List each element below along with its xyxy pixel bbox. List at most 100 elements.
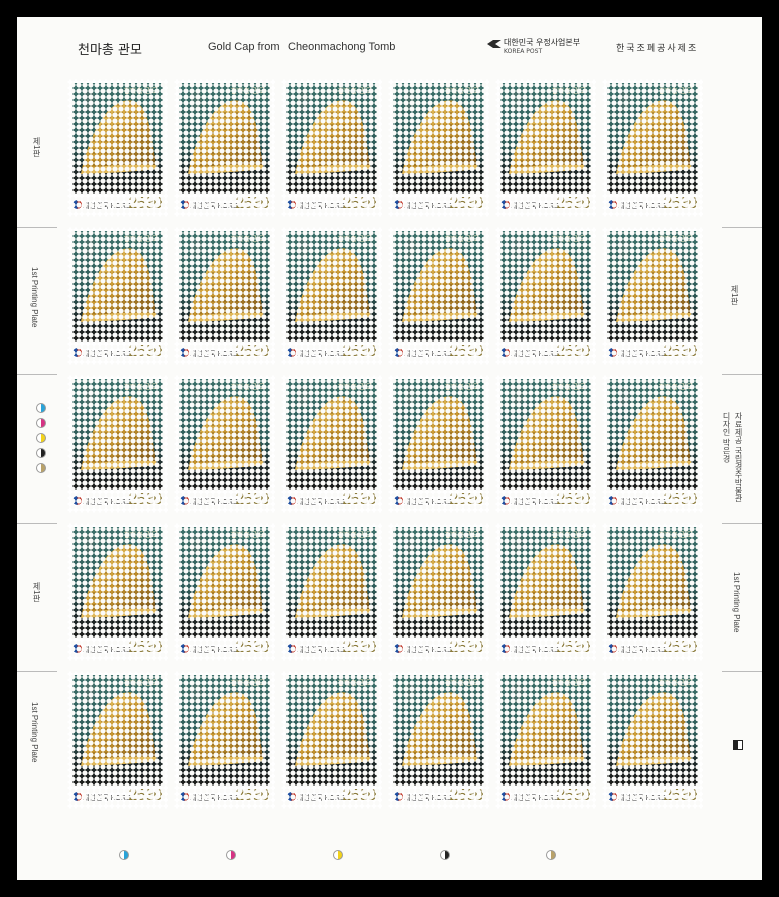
right-credit-museum: 자료제공 국립경주박물관 (734, 412, 743, 503)
stamp: 천마총 관모 대한민국 KOREA 2530 (281, 375, 382, 513)
gold-cap-artwork: 천마총 관모 (500, 379, 591, 490)
stamp-country: 대한민국 KOREA (618, 647, 671, 654)
korea-emblem-icon (73, 792, 82, 801)
stamp-country: 대한민국 KOREA (83, 795, 136, 802)
gold-cap-artwork: 천마총 관모 (607, 675, 698, 786)
gold-cap-artwork: 천마총 관모 (72, 379, 163, 490)
stamp: 천마총 관모 대한민국 KOREA 2530 (67, 375, 168, 513)
stamp-value: 2530 (128, 195, 162, 212)
stamp-value: 2530 (449, 639, 483, 656)
stamp: 천마총 관모 대한민국 KOREA 2530 (495, 523, 596, 661)
stamp-value: 2530 (342, 491, 376, 508)
stamp: 천마총 관모 대한민국 KOREA 2530 (495, 227, 596, 365)
stamp-value: 2530 (128, 491, 162, 508)
left-plate-en-1: 1st Printing Plate (30, 267, 39, 328)
stamp: 천마총 관모 대한민국 KOREA 2530 (174, 79, 275, 217)
korea-emblem-icon (287, 348, 296, 357)
sheet-title-english-1: Gold Cap from (208, 41, 280, 53)
stamp-country: 대한민국 KOREA (404, 203, 457, 210)
stamp-country: 대한민국 KOREA (190, 647, 243, 654)
korea-emblem-icon (501, 644, 510, 653)
stamp: 천마총 관모 대한민국 KOREA 2530 (388, 671, 489, 809)
stamp-caption: 천마총 관모 (337, 383, 372, 391)
korea-emblem-icon (73, 644, 82, 653)
stamp-value: 2530 (449, 343, 483, 360)
gold-cap-artwork: 천마총 관모 (393, 83, 484, 194)
right-plate-ko: 제1판 (730, 285, 739, 306)
stamp-country: 대한민국 KOREA (511, 647, 564, 654)
gold-cap-artwork: 천마총 관모 (393, 675, 484, 786)
korea-emblem-icon (180, 200, 189, 209)
stamp-value: 2530 (663, 195, 697, 212)
stamp: 천마총 관모 대한민국 KOREA 2530 (388, 375, 489, 513)
korea-post-logo: 대한민국 우정사업본부 KOREA POST (487, 37, 580, 55)
stamp-caption: 천마총 관모 (337, 235, 372, 243)
stamp-caption: 천마총 관모 (444, 531, 479, 539)
stamp-caption: 천마총 관모 (551, 531, 586, 539)
korea-emblem-icon (501, 348, 510, 357)
korea-emblem-icon (394, 792, 403, 801)
printer-credit: 한국조폐공사제조 (616, 44, 699, 54)
stamp: 천마총 관모 대한민국 KOREA 2530 (174, 523, 275, 661)
korea-emblem-icon (73, 496, 82, 505)
gold-cap-artwork: 천마총 관모 (286, 231, 377, 342)
stamp: 천마총 관모 대한민국 KOREA 2530 (495, 375, 596, 513)
stamp-caption: 천마총 관모 (230, 87, 265, 95)
stamp-value: 2530 (342, 195, 376, 212)
stamp-caption: 천마총 관모 (444, 679, 479, 687)
korea-emblem-icon (180, 792, 189, 801)
stamp-value: 2530 (556, 195, 590, 212)
stamp: 천마총 관모 대한민국 KOREA 2530 (495, 79, 596, 217)
stamp-caption: 천마총 관모 (123, 235, 158, 243)
gold-cap-artwork: 천마총 관모 (286, 379, 377, 490)
stamp-value: 2530 (449, 195, 483, 212)
stamp-value: 2530 (128, 787, 162, 804)
stamp-value: 2530 (235, 343, 269, 360)
stamp: 천마총 관모 대한민국 KOREA 2530 (174, 375, 275, 513)
korea-emblem-icon (73, 200, 82, 209)
gold-cap-artwork: 천마총 관모 (179, 527, 270, 638)
stamp-value: 2530 (235, 787, 269, 804)
stamp-country: 대한민국 KOREA (83, 499, 136, 506)
gold-cap-artwork: 천마총 관모 (286, 675, 377, 786)
stamp-country: 대한민국 KOREA (83, 351, 136, 358)
korea-emblem-icon (180, 348, 189, 357)
stamp-value: 2530 (128, 343, 162, 360)
stamp-caption: 천마총 관모 (337, 87, 372, 95)
stamp: 천마총 관모 대한민국 KOREA 2530 (281, 227, 382, 365)
stamp: 천마총 관모 대한민국 KOREA 2530 (281, 523, 382, 661)
korea-emblem-icon (180, 644, 189, 653)
stamp-country: 대한민국 KOREA (404, 351, 457, 358)
stamp-country: 대한민국 KOREA (297, 795, 350, 802)
margin-divider (722, 671, 762, 672)
registration-black-dot (36, 448, 46, 458)
stamp: 천마총 관모 대한민국 KOREA 2530 (602, 79, 703, 217)
stamp-value: 2530 (663, 787, 697, 804)
gold-cap-artwork: 천마총 관모 (179, 379, 270, 490)
stamp-value: 2530 (663, 343, 697, 360)
gold-cap-artwork: 천마총 관모 (607, 379, 698, 490)
bottom-cyan-dot (119, 850, 129, 860)
korea-emblem-icon (394, 496, 403, 505)
margin-divider (17, 374, 57, 375)
stamp-value: 2530 (556, 491, 590, 508)
stamp: 천마총 관모 대한민국 KOREA 2530 (67, 79, 168, 217)
stamp-country: 대한민국 KOREA (511, 795, 564, 802)
stamp: 천마총 관모 대한민국 KOREA 2530 (602, 671, 703, 809)
korea-emblem-icon (608, 644, 617, 653)
margin-divider (17, 227, 57, 228)
right-credit-design: 디자인 박은경 (722, 412, 731, 463)
korea-emblem-icon (287, 200, 296, 209)
stamp-country: 대한민국 KOREA (618, 795, 671, 802)
stamp: 천마총 관모 대한민국 KOREA 2530 (281, 671, 382, 809)
stamp-caption: 천마총 관모 (337, 531, 372, 539)
korea-emblem-icon (608, 792, 617, 801)
gold-cap-artwork: 천마총 관모 (72, 231, 163, 342)
stamp-caption: 천마총 관모 (658, 87, 693, 95)
korea-emblem-icon (608, 348, 617, 357)
stamp-value: 2530 (342, 787, 376, 804)
stamp-country: 대한민국 KOREA (297, 203, 350, 210)
bottom-yellow-dot (333, 850, 343, 860)
gold-cap-artwork: 천마총 관모 (72, 527, 163, 638)
korea-emblem-icon (287, 792, 296, 801)
